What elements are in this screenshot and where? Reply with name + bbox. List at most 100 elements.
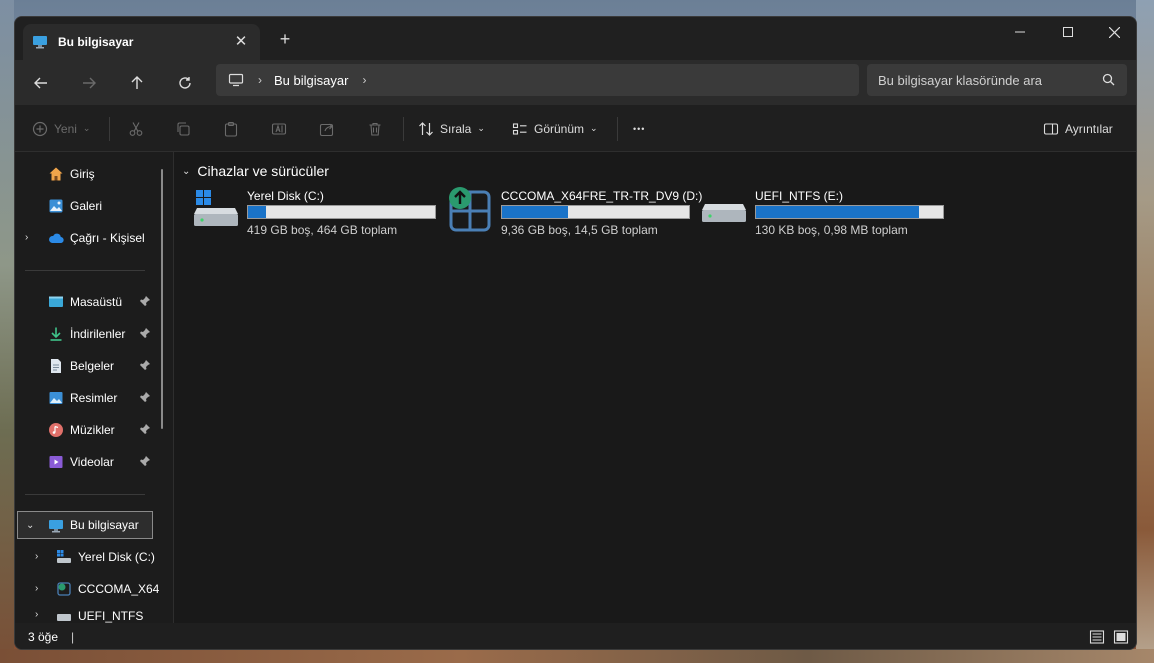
command-bar: Yeni ⌄ Sırala ⌄ Görünüm ⌄ ••• Ayrıntılar	[15, 105, 1136, 152]
sidebar-item-label: Yerel Disk (C:)	[78, 550, 155, 564]
breadcrumb-separator[interactable]: ›	[258, 73, 262, 87]
group-header[interactable]: ⌄ Cihazlar ve sürücüler	[182, 163, 329, 179]
close-window-button[interactable]	[1091, 17, 1136, 47]
toolbar-divider	[109, 117, 110, 141]
sidebar-item-desktop[interactable]: Masaüstü	[15, 288, 165, 316]
chevron-down-icon: ⌄	[477, 123, 485, 133]
chevron-right-icon[interactable]: ›	[35, 583, 38, 594]
search-box[interactable]	[867, 64, 1127, 96]
address-bar[interactable]: › Bu bilgisayar ›	[216, 64, 859, 96]
details-pane-label: Ayrıntılar	[1065, 121, 1113, 136]
arrow-up-icon	[131, 76, 143, 89]
pin-icon[interactable]	[139, 327, 151, 339]
clipboard-icon	[224, 121, 238, 137]
sidebar-item-label: Müzikler	[70, 423, 115, 437]
view-list-icon	[512, 122, 527, 135]
install-media-icon	[449, 187, 491, 232]
drive-icon	[57, 550, 71, 563]
sidebar-item-music[interactable]: Müzikler	[15, 416, 165, 444]
sidebar-divider	[25, 270, 145, 271]
sidebar-item-onedrive[interactable]: › Çağrı - Kişisel	[15, 224, 165, 252]
drive-icon	[57, 614, 71, 621]
sidebar-item-label: UEFI_NTFS (E:)	[78, 609, 144, 623]
new-button-label: Yeni	[54, 121, 77, 136]
search-icon	[1102, 73, 1115, 86]
pin-icon[interactable]	[139, 391, 151, 403]
maximize-icon	[1063, 27, 1073, 37]
drive-icon	[702, 204, 746, 222]
sidebar-item-this-pc[interactable]: ⌄ Bu bilgisayar	[17, 511, 153, 539]
windows-drive-icon	[194, 190, 238, 226]
back-button[interactable]	[25, 69, 57, 97]
copy-icon	[177, 121, 190, 136]
music-icon	[49, 423, 63, 437]
sidebar-item-home[interactable]: Giriş	[15, 160, 165, 188]
breadcrumb-separator[interactable]: ›	[362, 73, 366, 87]
pin-icon[interactable]	[139, 359, 151, 371]
chevron-down-icon: ⌄	[82, 123, 91, 133]
more-options-button[interactable]: •••	[633, 105, 645, 152]
sidebar-item-label: Giriş	[70, 167, 95, 181]
sidebar-item-label: Bu bilgisayar	[70, 518, 139, 532]
drive-space-info: 130 KB boş, 0,98 MB toplam	[755, 223, 908, 237]
cut-button[interactable]	[128, 105, 144, 152]
drive-usage-fill	[756, 206, 919, 218]
chevron-down-icon[interactable]: ⌄	[26, 520, 34, 531]
drive-name: Yerel Disk (C:)	[247, 189, 324, 203]
rename-icon	[271, 122, 287, 135]
navigation-bar: › Bu bilgisayar ›	[15, 60, 1136, 105]
up-button[interactable]	[121, 69, 153, 97]
rename-button[interactable]	[271, 105, 287, 152]
item-count: 3 öğe	[28, 630, 59, 644]
pin-icon[interactable]	[139, 295, 151, 307]
new-button[interactable]: Yeni ⌄	[32, 105, 90, 152]
chevron-right-icon[interactable]: ›	[25, 232, 28, 243]
share-icon	[319, 123, 334, 136]
view-button[interactable]: Görünüm ⌄	[512, 105, 598, 152]
copy-button[interactable]	[175, 105, 191, 152]
new-tab-button[interactable]: +	[275, 29, 295, 49]
sort-button[interactable]: Sırala ⌄	[418, 105, 485, 152]
sidebar-item-downloads[interactable]: İndirilenler	[15, 320, 165, 348]
breadcrumb-this-pc[interactable]: Bu bilgisayar	[274, 73, 348, 88]
desktop-wallpaper-bottom	[0, 649, 1154, 663]
pin-icon[interactable]	[139, 423, 151, 435]
sidebar-item-drive-c[interactable]: › Yerel Disk (C:)	[15, 543, 165, 571]
forward-button[interactable]	[73, 69, 105, 97]
chevron-right-icon[interactable]: ›	[35, 551, 38, 562]
sidebar-item-gallery[interactable]: Galeri	[15, 192, 165, 220]
search-input[interactable]	[878, 72, 1078, 88]
sidebar-item-label: İndirilenler	[70, 327, 126, 341]
sidebar-item-label: CCCOMA_X64	[78, 582, 160, 596]
tab-title: Bu bilgisayar	[58, 35, 134, 49]
drive-name: UEFI_NTFS (E:)	[755, 189, 844, 203]
tab-close-icon[interactable]: ✕	[232, 32, 250, 50]
desktop-icon	[49, 296, 63, 307]
sidebar-item-drive-e[interactable]: › UEFI_NTFS (E:)	[15, 607, 165, 623]
title-bar: Bu bilgisayar ✕ +	[15, 17, 1136, 60]
sidebar-item-drive-d[interactable]: › CCCOMA_X64	[15, 575, 165, 603]
install-drive-icon	[57, 582, 71, 596]
sidebar-item-videos[interactable]: Videolar	[15, 448, 165, 476]
sidebar-scrollbar[interactable]	[161, 169, 163, 429]
drive-usage-fill	[248, 206, 267, 218]
minimize-button[interactable]	[997, 17, 1043, 47]
sidebar-item-pictures[interactable]: Resimler	[15, 384, 165, 412]
drive-name: CCCOMA_X64FRE_TR-TR_DV9 (D:)	[501, 189, 703, 203]
tab-this-pc[interactable]: Bu bilgisayar ✕	[23, 24, 260, 60]
drive-usage-fill	[502, 206, 569, 218]
details-pane-button[interactable]: Ayrıntılar	[1043, 105, 1113, 152]
pin-icon[interactable]	[139, 455, 151, 467]
share-button[interactable]	[319, 105, 335, 152]
minimize-icon	[1015, 31, 1025, 33]
refresh-button[interactable]	[169, 69, 201, 97]
sidebar-item-documents[interactable]: Belgeler	[15, 352, 165, 380]
delete-button[interactable]	[367, 105, 383, 152]
drive-usage-bar	[501, 205, 690, 219]
chevron-right-icon[interactable]: ›	[35, 609, 38, 620]
maximize-button[interactable]	[1045, 17, 1091, 47]
paste-button[interactable]	[223, 105, 239, 152]
large-icons-view-icon[interactable]	[1113, 629, 1129, 645]
desktop-wallpaper-left	[0, 0, 14, 663]
details-view-icon[interactable]	[1089, 629, 1105, 645]
